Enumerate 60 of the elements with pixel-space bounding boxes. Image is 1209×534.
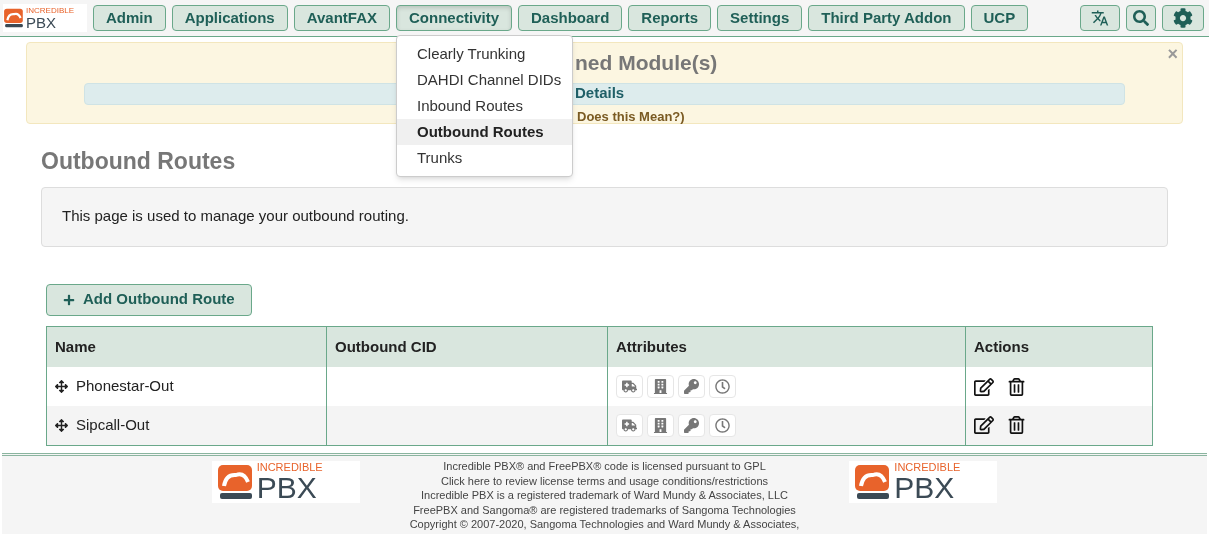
page-title: Outbound Routes bbox=[41, 147, 236, 176]
drag-handle-icon[interactable] bbox=[55, 380, 68, 393]
attribute-toggle[interactable] bbox=[678, 413, 705, 437]
attribute-toggle[interactable] bbox=[709, 375, 736, 398]
edit-icon[interactable] bbox=[974, 376, 994, 397]
clock-icon bbox=[715, 379, 730, 394]
footer-text: Incredible PBX® and FreePBX® code is licensed pursuant to GPL bbox=[443, 459, 766, 474]
footer-text: Incredible PBX is a registered trademark of Ward Mundy & Associates, LLC bbox=[420, 488, 788, 503]
attribute-toggle[interactable] bbox=[678, 375, 705, 398]
nav-menu-button[interactable]: Reports bbox=[628, 5, 712, 31]
nav-menu-button[interactable]: Applications bbox=[171, 5, 288, 31]
menu-item[interactable]: Outbound Routes bbox=[397, 119, 572, 145]
description-text: This page is used to manage your outbound routing. bbox=[62, 206, 409, 227]
drag-handle-icon[interactable] bbox=[55, 418, 68, 432]
logo-tagline: INCREDIBLE bbox=[26, 6, 74, 15]
nav-menu-button[interactable]: Settings bbox=[717, 5, 803, 31]
delete-icon[interactable] bbox=[1008, 377, 1025, 396]
nav-menu-button[interactable]: Third Party Addon bbox=[808, 5, 965, 31]
footer-text: Copyright © 2007-2020, Sangoma Technologies and Ward Mundy & Associates, bbox=[409, 517, 800, 532]
details-link[interactable]: Details bbox=[575, 82, 625, 105]
attribute-toggle[interactable] bbox=[616, 375, 643, 398]
search-button[interactable] bbox=[1126, 5, 1156, 31]
add-route-button[interactable]: Add Outbound Route bbox=[46, 283, 252, 316]
nav-menu-button[interactable]: Dashboard bbox=[518, 5, 623, 31]
route-name: Sipcall-Out bbox=[76, 415, 150, 435]
logo-text: PBX bbox=[894, 472, 955, 503]
banner-title: ned Module(s) bbox=[575, 50, 718, 76]
attribute-toggle[interactable] bbox=[647, 413, 674, 437]
building-icon bbox=[653, 379, 668, 394]
menu-item[interactable]: Trunks bbox=[397, 145, 572, 171]
logo-tagline: INCREDIBLE bbox=[256, 461, 323, 473]
logo-tagline: INCREDIBLE bbox=[894, 461, 961, 473]
ambulance-icon bbox=[622, 417, 637, 433]
menu-item[interactable]: Clearly Trunking bbox=[397, 41, 572, 67]
attribute-toggle[interactable] bbox=[647, 375, 674, 398]
settings-button[interactable] bbox=[1162, 5, 1204, 31]
edit-icon[interactable] bbox=[974, 415, 994, 436]
key-icon bbox=[684, 379, 699, 394]
logo-text: PBX bbox=[256, 472, 317, 503]
building-icon bbox=[653, 417, 668, 433]
attribute-toggle[interactable] bbox=[709, 413, 736, 437]
nav-menu-button[interactable]: AvantFAX bbox=[293, 5, 390, 31]
settings-icon bbox=[1173, 8, 1193, 28]
key-icon bbox=[684, 417, 699, 433]
plus-icon bbox=[63, 293, 75, 306]
ambulance-icon bbox=[622, 379, 637, 394]
clock-icon bbox=[715, 417, 730, 433]
nav-menu-button[interactable]: Connectivity bbox=[396, 5, 512, 31]
footer-text[interactable]: Click here to review license terms and usage conditions/restrictions bbox=[440, 473, 769, 488]
nav-menu-button[interactable]: UCP bbox=[970, 5, 1029, 31]
attribute-toggle[interactable] bbox=[616, 413, 643, 437]
search-icon bbox=[1133, 10, 1149, 26]
translate-icon bbox=[1091, 9, 1109, 27]
footer-text: FreePBX and Sangoma® are registered trademarks of Sangoma Technologies bbox=[413, 502, 796, 517]
logo-text: PBX bbox=[26, 14, 57, 30]
delete-icon[interactable] bbox=[1008, 416, 1025, 435]
help-link[interactable]: Does this Mean?) bbox=[577, 106, 685, 126]
route-name: Phonestar-Out bbox=[76, 376, 174, 397]
nav-menu-button[interactable]: Admin bbox=[93, 5, 166, 31]
language-button[interactable] bbox=[1080, 5, 1120, 31]
